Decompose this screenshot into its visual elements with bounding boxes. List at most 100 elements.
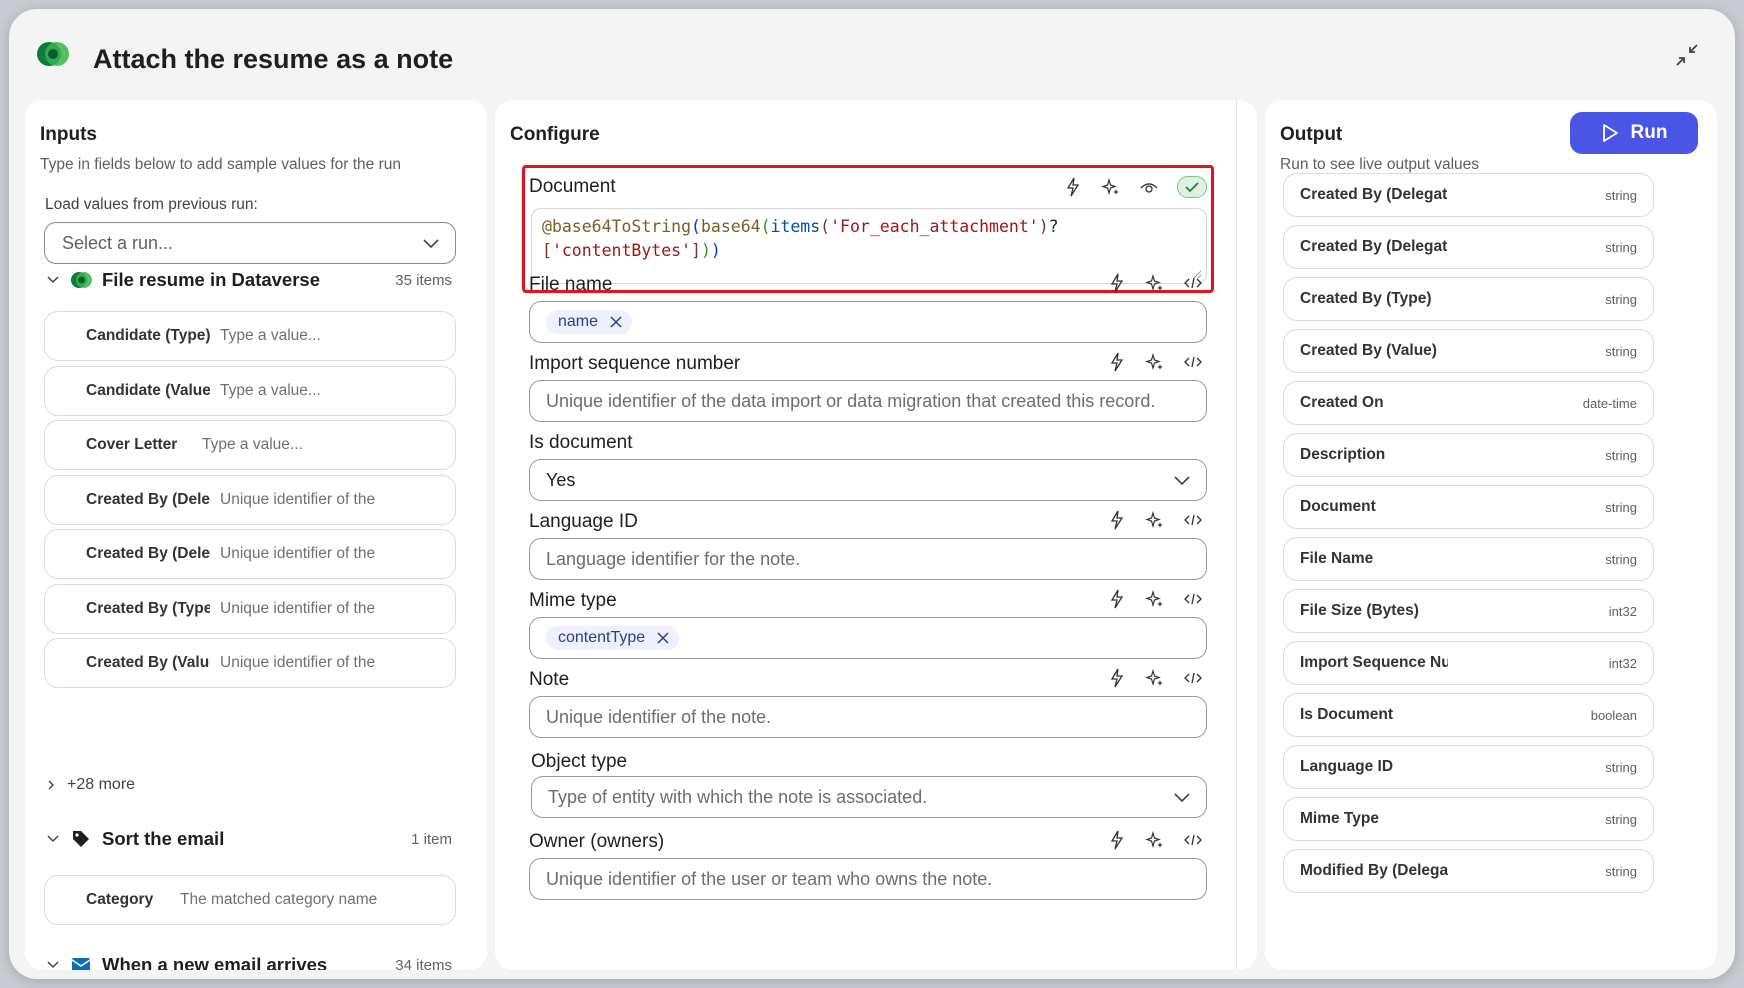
input-field-row[interactable]: Category The matched category name: [44, 875, 456, 925]
code-token: 'For_each_attachment': [830, 217, 1039, 236]
section-sort-email[interactable]: Sort the email 1 item: [40, 824, 460, 854]
output-row[interactable]: File Name string: [1283, 537, 1654, 581]
field-value-input[interactable]: The matched category name: [180, 891, 400, 909]
dialog: Attach the resume as a note Inputs Type …: [9, 9, 1735, 979]
lightning-icon[interactable]: [1107, 351, 1127, 373]
field-value-input[interactable]: Unique identifier of the: [220, 491, 390, 509]
output-name: Modified By (Delegate): [1300, 862, 1448, 879]
lightning-icon[interactable]: [1107, 272, 1127, 294]
field-value-input[interactable]: Unique identifier of the: [220, 654, 390, 672]
play-icon: [1602, 124, 1618, 142]
field-value-input[interactable]: Type a value...: [220, 327, 390, 345]
file-name-input[interactable]: name: [529, 301, 1207, 343]
mime-type-input[interactable]: contentType: [529, 617, 1207, 659]
output-row[interactable]: Created By (Type) string: [1283, 277, 1654, 321]
run-button[interactable]: Run: [1570, 112, 1698, 154]
sparkle-icon[interactable]: [1145, 509, 1165, 531]
output-name: File Name: [1300, 550, 1374, 567]
chevron-right-icon: [48, 780, 54, 790]
lightning-icon[interactable]: [1107, 509, 1127, 531]
select-run-dropdown[interactable]: Select a run...: [44, 222, 456, 264]
sparkle-icon[interactable]: [1145, 667, 1165, 689]
code-token: ?: [1048, 217, 1059, 236]
input-field-row[interactable]: Candidate (Type) Type a value...: [44, 311, 456, 361]
output-row[interactable]: Description string: [1283, 433, 1654, 477]
code-icon[interactable]: [1183, 272, 1203, 294]
import-sequence-input[interactable]: Unique identifier of the data import or …: [529, 380, 1207, 422]
dialog-title: Attach the resume as a note: [93, 44, 454, 74]
field-label: Created By (Value): [86, 654, 210, 671]
code-icon[interactable]: [1183, 509, 1203, 531]
code-icon[interactable]: [1183, 829, 1203, 851]
input-field-row[interactable]: Candidate (Value) Type a value...: [44, 366, 456, 416]
token-chip[interactable]: name: [546, 310, 633, 334]
sparkle-icon[interactable]: [1145, 351, 1165, 373]
section-new-email[interactable]: When a new email arrives 34 items: [40, 950, 460, 970]
chip-label: contentType: [558, 629, 646, 646]
field-label: Created By (Delegate): [86, 491, 210, 508]
note-input[interactable]: Unique identifier of the note.: [529, 696, 1207, 738]
outlook-icon: [71, 958, 91, 970]
field-value-input[interactable]: Unique identifier of the: [220, 545, 390, 563]
section-file-resume[interactable]: File resume in Dataverse 35 items: [40, 265, 460, 295]
output-row[interactable]: Created By (Delegate) string: [1283, 225, 1654, 269]
inputs-title: Inputs: [40, 124, 97, 145]
check-icon: [1177, 176, 1207, 198]
code-icon[interactable]: [1183, 351, 1203, 373]
object-type-select[interactable]: Type of entity with which the note is as…: [531, 776, 1207, 818]
section-count: 1 item: [411, 830, 452, 848]
sparkle-icon[interactable]: [1145, 829, 1165, 851]
output-row[interactable]: Modified By (Delegate) string: [1283, 849, 1654, 893]
field-value-input[interactable]: Type a value...: [220, 382, 390, 400]
lightning-icon[interactable]: [1107, 588, 1127, 610]
code-token: 'contentBytes': [551, 241, 692, 260]
output-row[interactable]: File Size (Bytes) int32: [1283, 589, 1654, 633]
sparkle-icon[interactable]: [1101, 176, 1121, 198]
output-row[interactable]: Created By (Delegate) string: [1283, 173, 1654, 217]
close-icon[interactable]: [610, 316, 622, 328]
lightning-icon[interactable]: [1063, 176, 1083, 198]
code-icon[interactable]: [1183, 588, 1203, 610]
collapse-icon[interactable]: [1671, 39, 1703, 71]
output-type: string: [1605, 811, 1637, 827]
input-field-row[interactable]: Cover Letter Type a value...: [44, 420, 456, 470]
is-document-select[interactable]: Yes: [529, 459, 1207, 501]
object-type-label: Object type: [531, 751, 628, 772]
inputs-panel: Inputs Type in fields below to add sampl…: [25, 100, 487, 970]
config-scrollbar-track[interactable]: [1236, 100, 1237, 970]
owner-input[interactable]: Unique identifier of the user or team wh…: [529, 858, 1207, 900]
output-name: Import Sequence Number: [1300, 654, 1448, 671]
output-row[interactable]: Language ID string: [1283, 745, 1654, 789]
output-row[interactable]: Is Document boolean: [1283, 693, 1654, 737]
input-field-row[interactable]: Created By (Delegate) Unique identifier …: [44, 529, 456, 579]
output-row[interactable]: Created On date-time: [1283, 381, 1654, 425]
output-type: date-time: [1582, 395, 1637, 411]
sparkle-icon[interactable]: [1145, 272, 1165, 294]
output-name: Language ID: [1300, 758, 1394, 775]
code-token: [: [542, 241, 552, 260]
token-chip[interactable]: contentType: [546, 626, 680, 650]
output-row[interactable]: Import Sequence Number int32: [1283, 641, 1654, 685]
lightning-icon[interactable]: [1107, 829, 1127, 851]
input-field-row[interactable]: Created By (Value) Unique identifier of …: [44, 638, 456, 688]
sparkle-icon[interactable]: [1145, 588, 1165, 610]
field-value-input[interactable]: Unique identifier of the: [220, 600, 390, 618]
code-icon[interactable]: [1183, 667, 1203, 689]
eye-icon[interactable]: [1139, 176, 1159, 198]
output-panel: Output Run to see live output values Run…: [1265, 100, 1717, 970]
lightning-icon[interactable]: [1107, 667, 1127, 689]
note-label: Note: [529, 669, 570, 690]
dataverse-logo-icon: [37, 42, 69, 66]
code-token: (: [691, 217, 701, 236]
field-value-input[interactable]: Type a value...: [202, 436, 372, 454]
show-more-link[interactable]: +28 more: [45, 776, 135, 794]
code-token: base64: [700, 217, 761, 236]
close-icon[interactable]: [657, 632, 669, 644]
language-id-input[interactable]: Language identifier for the note.: [529, 538, 1207, 580]
output-row[interactable]: Document string: [1283, 485, 1654, 529]
input-field-row[interactable]: Created By (Delegate) Unique identifier …: [44, 475, 456, 525]
output-row[interactable]: Created By (Value) string: [1283, 329, 1654, 373]
input-field-row[interactable]: Created By (Type) Unique identifier of t…: [44, 584, 456, 634]
output-row[interactable]: Mime Type string: [1283, 797, 1654, 841]
more-count: +28 more: [67, 776, 136, 793]
